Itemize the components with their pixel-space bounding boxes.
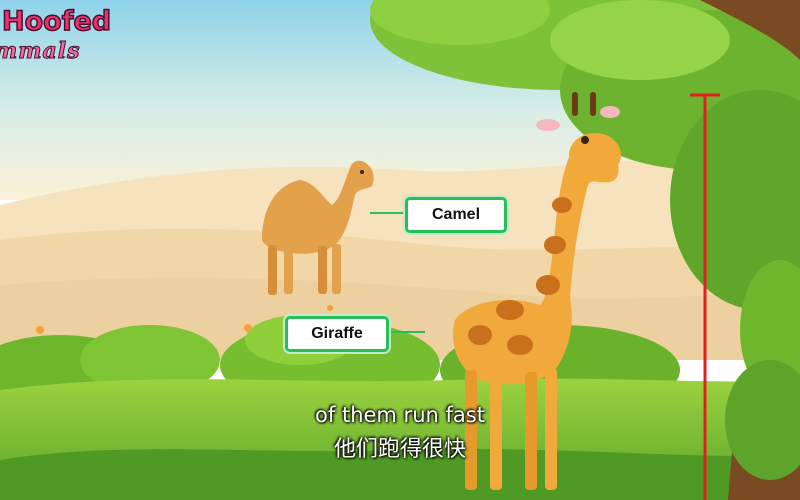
show-logo: Hoofed mmals xyxy=(0,4,154,74)
camel-label: Camel xyxy=(405,197,507,233)
logo-line2: mmals xyxy=(0,38,81,65)
logo-line1: Hoofed xyxy=(1,5,112,38)
giraffe-label-connector xyxy=(383,331,425,333)
subtitle-english: of them run fast xyxy=(315,403,485,427)
giraffe-label: Giraffe xyxy=(285,316,389,352)
subtitle-chinese: 他们跑得很快 xyxy=(333,437,466,462)
camel-label-connector xyxy=(370,212,405,214)
